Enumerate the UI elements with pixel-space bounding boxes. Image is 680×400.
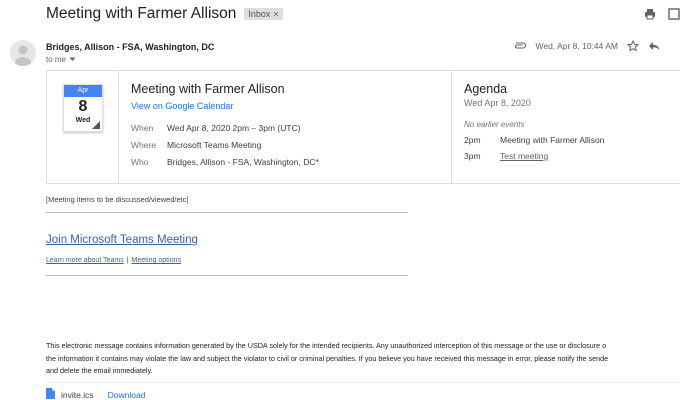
detail-key: Who bbox=[131, 157, 149, 167]
chevron-down-icon[interactable] bbox=[69, 55, 76, 64]
invite-details-panel: Meeting with Farmer Allison View on Goog… bbox=[119, 71, 452, 183]
reply-icon[interactable] bbox=[648, 41, 660, 51]
recipient-text: to me bbox=[46, 55, 67, 64]
detail-key: Where bbox=[131, 140, 157, 150]
event-details: When Wed Apr 8, 2020 2pm – 3pm (UTC) Whe… bbox=[131, 123, 439, 167]
attachment-download-link[interactable]: Download bbox=[108, 390, 146, 400]
agenda-title: Agenda bbox=[464, 82, 508, 96]
detail-value: Microsoft Teams Meeting bbox=[167, 140, 262, 150]
email-meta: Wed, Apr 8, 10:44 AM bbox=[513, 40, 660, 52]
inbox-label-chip[interactable]: Inbox × bbox=[244, 8, 283, 20]
agenda-item[interactable]: 3pm Test meeting bbox=[464, 151, 674, 161]
remove-label-icon[interactable]: × bbox=[273, 9, 278, 19]
detail-row-where: Where Microsoft Teams Meeting bbox=[131, 140, 439, 150]
print-icon[interactable] bbox=[644, 8, 656, 20]
calendar-month: Apr bbox=[64, 85, 102, 97]
disclaimer-line: This electronic message contains informa… bbox=[46, 341, 607, 350]
detail-row-when: When Wed Apr 8, 2020 2pm – 3pm (UTC) bbox=[131, 123, 439, 133]
email-subject: Meeting with Farmer Allison bbox=[46, 5, 237, 22]
meeting-options-link[interactable]: Meeting options bbox=[132, 257, 181, 264]
link-separator: | bbox=[126, 257, 129, 264]
agenda-empty-note: No earlier events bbox=[464, 120, 525, 129]
detail-row-who: Who Bridges, Allison - FSA, Washington, … bbox=[131, 157, 439, 167]
agenda-item-name: Meeting with Farmer Allison bbox=[500, 135, 605, 145]
divider-line bbox=[46, 212, 408, 213]
star-icon[interactable] bbox=[627, 40, 639, 52]
event-title: Meeting with Farmer Allison bbox=[131, 82, 285, 96]
detail-value: Wed Apr 8, 2020 2pm – 3pm (UTC) bbox=[167, 123, 301, 133]
agenda-date: Wed Apr 8, 2020 bbox=[464, 98, 531, 108]
agenda-item-time: 3pm bbox=[464, 151, 481, 161]
attachment-divider bbox=[46, 382, 680, 383]
calendar-date-icon: Apr 8 Wed bbox=[63, 84, 103, 132]
file-icon bbox=[46, 388, 55, 400]
subject-row: Meeting with Farmer Allison Inbox × bbox=[46, 5, 283, 23]
divider-line bbox=[46, 275, 408, 276]
calendar-day: 8 bbox=[78, 98, 88, 115]
meeting-items-note: [Meeting items to be discussed/viewed/et… bbox=[46, 195, 189, 204]
agenda-item-link[interactable]: Test meeting bbox=[500, 151, 548, 161]
detail-value: Bridges, Allison - FSA, Washington, DC* bbox=[167, 157, 319, 167]
calendar-page-fold bbox=[92, 121, 100, 129]
agenda-panel: Agenda Wed Apr 8, 2020 No earlier events… bbox=[452, 71, 680, 183]
disclaimer-line: and delete the email immediately. bbox=[46, 366, 153, 375]
inbox-label-text: Inbox bbox=[248, 9, 271, 19]
learn-more-teams-link[interactable]: Learn more about Teams bbox=[46, 257, 124, 264]
sender-name: Bridges, Allison - FSA, Washington, DC bbox=[46, 42, 215, 52]
open-in-new-window-icon[interactable] bbox=[668, 8, 680, 20]
join-teams-meeting-link[interactable]: Join Microsoft Teams Meeting bbox=[46, 234, 198, 246]
teams-sub-links: Learn more about Teams | Meeting options bbox=[46, 257, 181, 264]
top-icons bbox=[644, 8, 680, 20]
calendar-invite-card: Apr 8 Wed Meeting with Farmer Allison Vi… bbox=[46, 70, 680, 184]
view-on-google-calendar-link[interactable]: View on Google Calendar bbox=[131, 101, 233, 111]
attachment-row: invite.ics Download bbox=[46, 388, 145, 400]
recipient-row[interactable]: to me bbox=[46, 55, 76, 64]
email-timestamp: Wed, Apr 8, 10:44 AM bbox=[535, 41, 618, 51]
disclaimer-line: the information it contains may violate … bbox=[46, 353, 609, 363]
attachment-filename[interactable]: invite.ics bbox=[61, 390, 94, 400]
detail-key: When bbox=[131, 123, 154, 133]
invite-date-panel: Apr 8 Wed bbox=[47, 71, 119, 183]
agenda-item: 2pm Meeting with Farmer Allison bbox=[464, 135, 674, 145]
usda-disclaimer: This electronic message contains informa… bbox=[46, 340, 680, 378]
sender-avatar bbox=[10, 40, 36, 66]
agenda-item-time: 2pm bbox=[464, 135, 481, 145]
paperclip-icon bbox=[513, 42, 527, 50]
